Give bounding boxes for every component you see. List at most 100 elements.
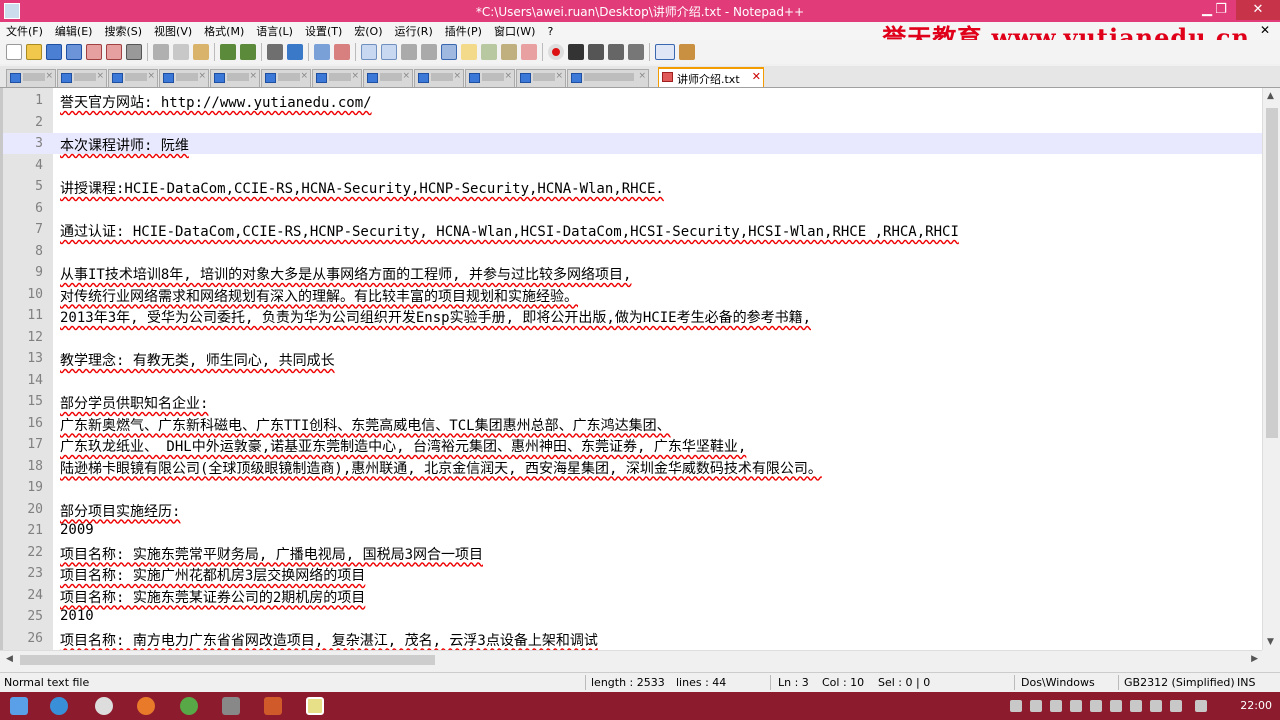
tray-icon[interactable] bbox=[1090, 700, 1102, 712]
tray-icon[interactable] bbox=[1010, 700, 1022, 712]
line-text[interactable]: 陆逊梯卡眼镜有限公司(全球顶级眼镜制造商),惠州联通, 北京金信润天, 西安海星… bbox=[60, 458, 822, 478]
editor-line[interactable]: 18 陆逊梯卡眼镜有限公司(全球顶级眼镜制造商),惠州联通, 北京金信润天, 西安… bbox=[3, 456, 1262, 477]
editor-line[interactable]: 5 讲授课程:HCIE-DataCom,CCIE-RS,HCNA-Security… bbox=[3, 176, 1262, 197]
tray-icon[interactable] bbox=[1130, 700, 1142, 712]
zoom-in-icon[interactable] bbox=[314, 44, 330, 60]
menu-run[interactable]: 运行(R) bbox=[389, 23, 439, 39]
sync-vertical-icon[interactable] bbox=[361, 44, 377, 60]
find-icon[interactable] bbox=[267, 44, 283, 60]
editor-line[interactable]: 12 bbox=[3, 327, 1262, 348]
line-text[interactable]: 教学理念: 有教无类, 师生同心, 共同成长 bbox=[60, 350, 335, 370]
tab-close-icon[interactable]: × bbox=[351, 71, 359, 81]
browser-icon[interactable] bbox=[180, 697, 198, 715]
tab-inactive[interactable]: × bbox=[159, 69, 209, 87]
menu-window[interactable]: 窗口(W) bbox=[488, 23, 541, 39]
tray-icon[interactable] bbox=[1170, 700, 1182, 712]
close-window-button[interactable]: ✕ bbox=[1236, 0, 1280, 20]
editor-line[interactable]: 16 广东新奥燃气、广东新科磁电、广东TTI创科、东莞高威电信、TCL集团惠州总部… bbox=[3, 413, 1262, 434]
menu-settings[interactable]: 设置(T) bbox=[299, 23, 348, 39]
tab-close-icon[interactable]: × bbox=[638, 71, 646, 81]
undo-icon[interactable] bbox=[220, 44, 236, 60]
editor-line[interactable]: 26 项目名称: 南方电力广东省省网改造项目, 复杂湛江, 茂名, 云浮3点设备上… bbox=[3, 628, 1262, 649]
tab-inactive[interactable]: × bbox=[261, 69, 311, 87]
line-text[interactable]: 从事IT技术培训8年, 培训的对象大多是从事网络方面的工程师, 并参与过比较多网… bbox=[60, 264, 631, 284]
line-text[interactable]: 项目名称: 南方电力广东省省网改造项目, 复杂湛江, 茂名, 云浮3点设备上架和… bbox=[60, 630, 598, 650]
line-text[interactable]: 部分学员供职知名企业: bbox=[60, 393, 208, 413]
editor-line[interactable]: 15 部分学员供职知名企业: bbox=[3, 391, 1262, 412]
tab-close-icon[interactable]: × bbox=[300, 71, 308, 81]
tab-inactive[interactable]: × bbox=[57, 69, 107, 87]
scroll-down-icon[interactable]: ▼ bbox=[1267, 637, 1274, 647]
line-text[interactable]: 2009 bbox=[60, 522, 94, 538]
editor-line[interactable]: 2 bbox=[3, 112, 1262, 133]
tab-close-icon[interactable]: × bbox=[453, 71, 461, 81]
editor-line[interactable]: 1 誉天官方网站: http://www.yutianedu.com/ bbox=[3, 90, 1262, 111]
firefox-icon[interactable] bbox=[137, 697, 155, 715]
record-macro-icon[interactable] bbox=[548, 44, 564, 60]
tab-inactive[interactable]: × bbox=[465, 69, 515, 87]
editor-line[interactable]: 17 广东玖龙纸业、 DHL中外运敦豪,诺基亚东莞制造中心, 台湾裕元集团、惠州神… bbox=[3, 434, 1262, 455]
editor-line[interactable]: 8 bbox=[3, 241, 1262, 262]
app-icon[interactable] bbox=[95, 697, 113, 715]
editor-line[interactable]: 10 对传统行业网络需求和网络规划有深入的理解。有比较丰富的项目规划和实施经验。 bbox=[3, 284, 1262, 305]
run-macro-multiple-icon[interactable] bbox=[608, 44, 624, 60]
copy-icon[interactable] bbox=[173, 44, 189, 60]
editor-line[interactable]: 13 教学理念: 有教无类, 师生同心, 共同成长 bbox=[3, 348, 1262, 369]
tray-icon[interactable] bbox=[1110, 700, 1122, 712]
line-text[interactable]: 广东新奥燃气、广东新科磁电、广东TTI创科、东莞高威电信、TCL集团惠州总部、广… bbox=[60, 415, 671, 435]
tray-icon[interactable] bbox=[1070, 700, 1082, 712]
tab-close-icon[interactable]: × bbox=[198, 71, 206, 81]
tab-inactive[interactable]: × bbox=[6, 69, 56, 87]
horizontal-scrollbar[interactable]: ◀ ▶ bbox=[0, 650, 1262, 668]
close-file-icon[interactable] bbox=[86, 44, 102, 60]
menu-help[interactable]: ? bbox=[541, 25, 559, 38]
vertical-scrollbar[interactable]: ▲ ▼ bbox=[1262, 88, 1280, 650]
editor-line[interactable]: 21 2009 bbox=[3, 520, 1262, 541]
tab-close-icon[interactable]: × bbox=[504, 71, 512, 81]
text-editor[interactable]: 1 誉天官方网站: http://www.yutianedu.com/2 3 本次课程… bbox=[0, 88, 1262, 650]
spell-check-icon[interactable] bbox=[655, 44, 675, 60]
editor-line[interactable]: 19 bbox=[3, 477, 1262, 498]
word-wrap-icon[interactable] bbox=[401, 44, 417, 60]
line-text[interactable]: 2010 bbox=[60, 608, 94, 624]
line-text[interactable]: 讲授课程:HCIE-DataCom,CCIE-RS,HCNA-Security,… bbox=[60, 178, 664, 198]
notepadpp-taskbar-icon[interactable] bbox=[306, 697, 324, 715]
menu-edit[interactable]: 编辑(E) bbox=[49, 23, 99, 39]
start-icon[interactable] bbox=[10, 697, 28, 715]
replace-icon[interactable] bbox=[287, 44, 303, 60]
line-text[interactable]: 部分项目实施经历: bbox=[60, 501, 180, 521]
close-document-icon[interactable]: ✕ bbox=[1260, 23, 1270, 37]
tab-close-icon[interactable]: × bbox=[249, 71, 257, 81]
powerpoint-icon[interactable] bbox=[264, 697, 282, 715]
menu-view[interactable]: 视图(V) bbox=[148, 23, 198, 39]
scroll-left-icon[interactable]: ◀ bbox=[6, 654, 13, 664]
editor-line[interactable]: 14 bbox=[3, 370, 1262, 391]
tab-inactive[interactable]: × bbox=[312, 69, 362, 87]
editor-line[interactable]: 4 bbox=[3, 155, 1262, 176]
editor-line[interactable]: 3 本次课程讲师: 阮维 bbox=[3, 133, 1262, 154]
open-file-icon[interactable] bbox=[26, 44, 42, 60]
line-text[interactable]: 通过认证: HCIE-DataCom,CCIE-RS,HCNP-Security… bbox=[60, 221, 959, 241]
menu-language[interactable]: 语言(L) bbox=[250, 23, 299, 39]
editor-line[interactable]: 7 通过认证: HCIE-DataCom,CCIE-RS,HCNP-Securit… bbox=[3, 219, 1262, 240]
save-icon[interactable] bbox=[46, 44, 62, 60]
tab-inactive[interactable]: × bbox=[108, 69, 158, 87]
show-all-characters-icon[interactable] bbox=[421, 44, 437, 60]
save-all-icon[interactable] bbox=[66, 44, 82, 60]
stop-macro-icon[interactable] bbox=[568, 44, 584, 60]
redo-icon[interactable] bbox=[240, 44, 256, 60]
close-all-icon[interactable] bbox=[106, 44, 122, 60]
line-text[interactable]: 项目名称: 实施广州花都机房3层交换网络的项目 bbox=[60, 565, 365, 585]
tab-inactive[interactable]: × bbox=[516, 69, 566, 87]
auto-spell-check-icon[interactable] bbox=[679, 44, 695, 60]
cut-icon[interactable] bbox=[153, 44, 169, 60]
taskbar-clock[interactable]: 22:00 bbox=[1240, 699, 1272, 712]
indent-guide-icon[interactable] bbox=[441, 44, 457, 60]
line-text[interactable]: 本次课程讲师: 阮维 bbox=[60, 135, 189, 155]
tab-close-icon[interactable]: × bbox=[555, 71, 563, 81]
sync-horizontal-icon[interactable] bbox=[381, 44, 397, 60]
tray-icon[interactable] bbox=[1030, 700, 1042, 712]
folder-as-workspace-icon[interactable] bbox=[521, 44, 537, 60]
editor-line[interactable]: 23 项目名称: 实施广州花都机房3层交换网络的项目 bbox=[3, 563, 1262, 584]
print-icon[interactable] bbox=[126, 44, 142, 60]
